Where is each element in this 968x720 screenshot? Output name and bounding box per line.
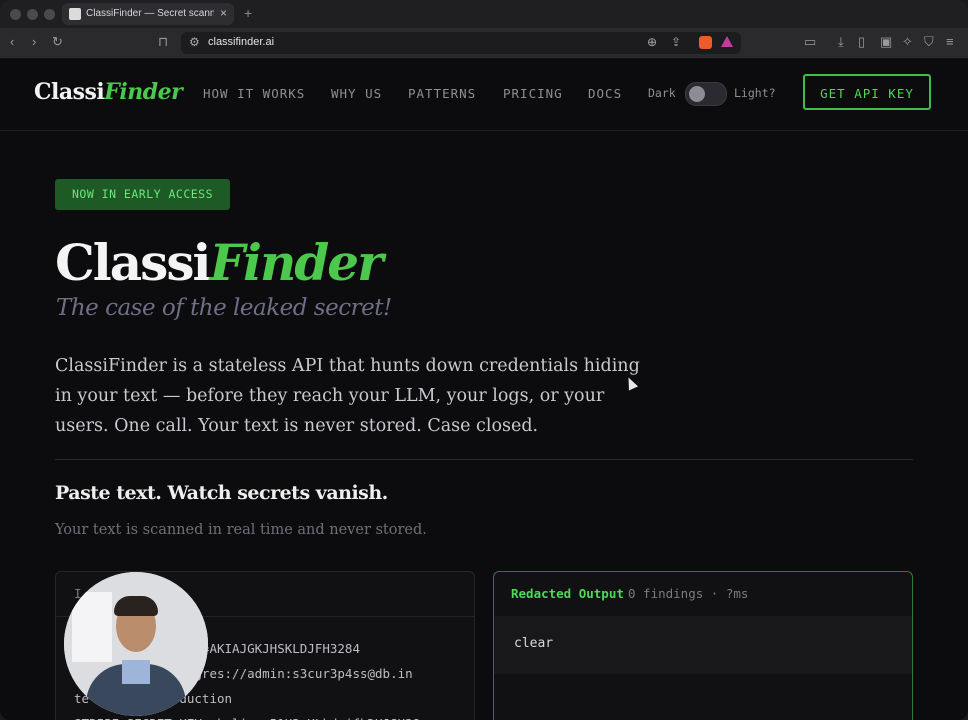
hero-tagline: The case of the leaked secret! [56, 295, 392, 321]
browser-toolbar: ‹ › ↻ ⊓ ⚙ classifinder.ai ⊕ ⇪ ▭ ⤓ ▯ ▣ ✧ … [0, 28, 968, 59]
maximize-window-button[interactable] [44, 9, 55, 20]
webcam-person-hair [114, 596, 158, 616]
back-icon[interactable]: ‹ [10, 34, 14, 50]
webcam-overlay [64, 572, 208, 716]
vpn-icon[interactable]: ⛉ [924, 34, 934, 50]
hero-title: ClassiFinder [55, 233, 383, 293]
output-body: clear [494, 616, 912, 674]
get-api-key-button[interactable]: GET API KEY [803, 74, 931, 110]
browser-window: ClassiFinder — Secret scanning × + ‹ › ↻… [0, 0, 968, 720]
reader-icon[interactable]: ▭ [804, 34, 816, 50]
share-icon[interactable]: ⇪ [671, 35, 681, 49]
zoom-icon[interactable]: ⊕ [647, 35, 657, 49]
demo-subtitle: Your text is scanned in real time and ne… [55, 522, 427, 538]
output-stats: 0 findings · ?ms [628, 586, 749, 601]
close-tab-icon[interactable]: × [220, 6, 227, 20]
hero-description: ClassiFinder is a stateless API that hun… [55, 356, 640, 436]
output-label: Redacted Output [511, 586, 624, 601]
output-panel-header: Redacted Output 0 findings · ?ms [494, 572, 912, 617]
nav-link-docs[interactable]: DOCS [588, 86, 622, 101]
tab-strip: ClassiFinder — Secret scanning × + [0, 0, 968, 28]
bookmark-icon[interactable]: ⊓ [158, 34, 168, 50]
output-text: clear [514, 636, 554, 651]
section-divider [55, 459, 913, 460]
hero-title-accent: Finder [209, 233, 383, 292]
address-bar[interactable]: ⚙ classifinder.ai ⊕ ⇪ [181, 32, 741, 54]
toggle-knob [689, 86, 705, 102]
brave-rewards-icon[interactable] [721, 36, 733, 47]
hero-title-main: Classi [55, 233, 211, 292]
sidebar-icon[interactable]: ▯ [858, 34, 865, 50]
logo-accent: Finder [104, 79, 183, 105]
webcam-window [72, 592, 112, 662]
logo-main: Classi [34, 79, 105, 105]
theme-toggle[interactable] [685, 82, 727, 106]
nav-link-why-us[interactable]: WHY US [331, 86, 382, 101]
tab-title: ClassiFinder — Secret scanning [86, 8, 214, 19]
toggle-dark-label: Dark [648, 86, 676, 100]
browser-tab[interactable]: ClassiFinder — Secret scanning × [62, 3, 234, 25]
download-icon[interactable]: ⤓ [838, 34, 844, 50]
url-text[interactable]: classifinder.ai [208, 36, 274, 48]
brave-shields-icon[interactable] [699, 36, 712, 49]
site-nav: ClassiFinder HOW IT WORKS WHY US PATTERN… [0, 59, 968, 131]
favicon-icon [69, 8, 81, 20]
output-panel: Redacted Output 0 findings · ?ms clear [493, 571, 913, 720]
menu-icon[interactable]: ≡ [946, 34, 954, 50]
early-access-badge: NOW IN EARLY ACCESS [55, 179, 230, 210]
webcam-person-collar [122, 660, 150, 684]
wallet-icon[interactable]: ▣ [880, 34, 892, 50]
minimize-window-button[interactable] [27, 9, 38, 20]
site-logo[interactable]: ClassiFinder [34, 79, 183, 105]
toggle-light-label: Light? [734, 86, 776, 100]
forward-icon[interactable]: › [32, 34, 36, 50]
nav-link-patterns[interactable]: PATTERNS [408, 86, 476, 101]
demo-title: Paste text. Watch secrets vanish. [55, 482, 388, 504]
close-window-button[interactable] [10, 9, 21, 20]
site-settings-icon[interactable]: ⚙ [189, 35, 200, 49]
nav-link-pricing[interactable]: PRICING [503, 86, 563, 101]
leo-icon[interactable]: ✧ [902, 34, 913, 50]
reload-icon[interactable]: ↻ [52, 34, 63, 50]
nav-link-how-it-works[interactable]: HOW IT WORKS [203, 86, 305, 101]
new-tab-icon[interactable]: + [244, 5, 252, 21]
